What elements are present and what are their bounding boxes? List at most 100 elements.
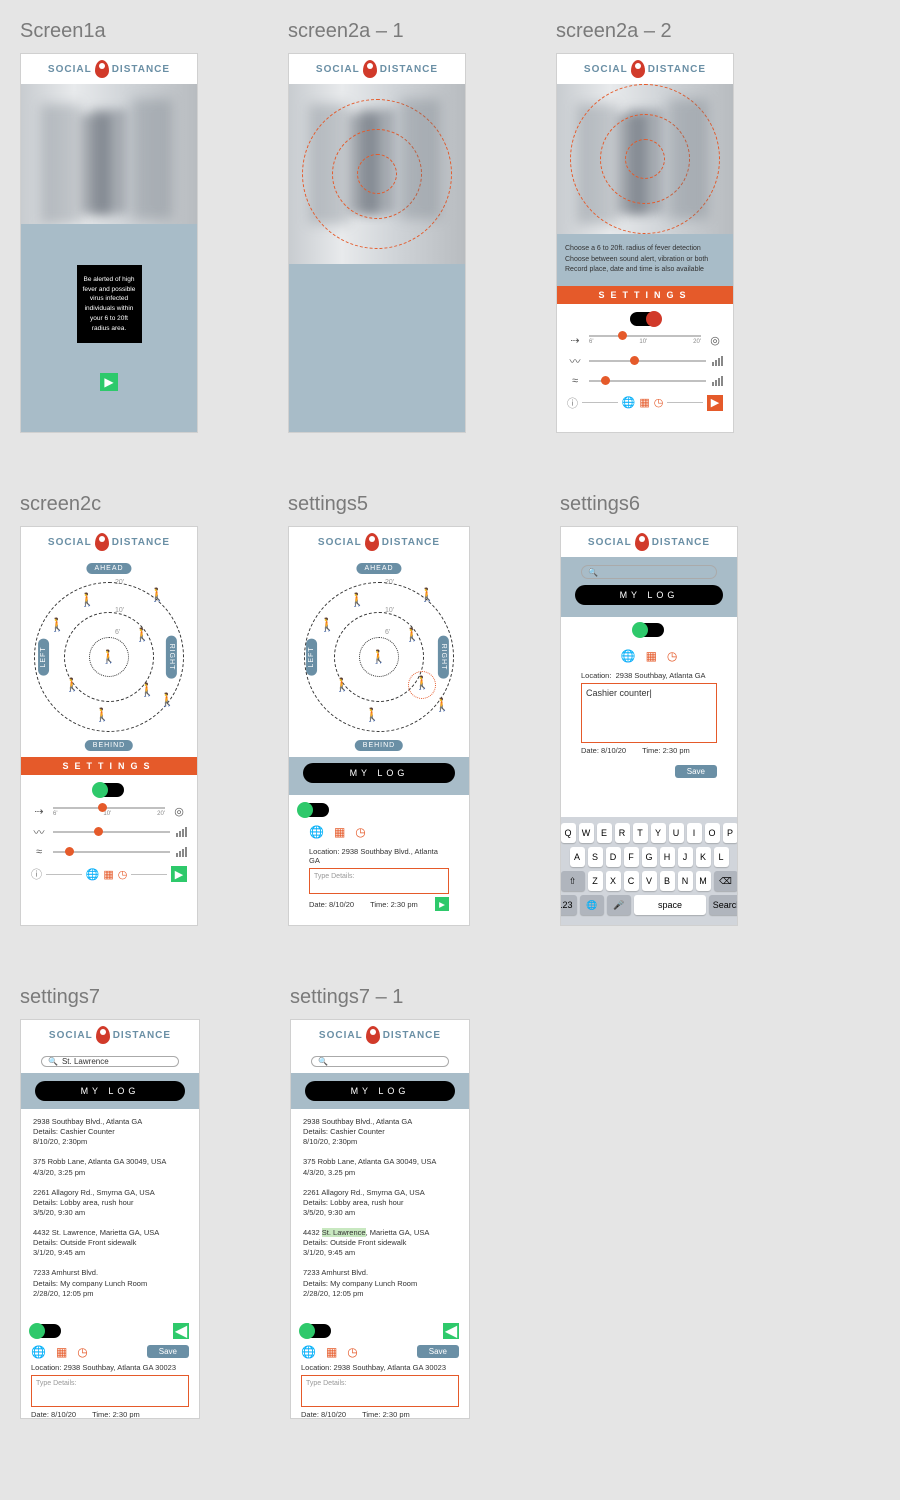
search-key: Search: [709, 895, 738, 915]
log-toggle[interactable]: [299, 803, 329, 817]
alert-person-icon: 🚶: [139, 682, 155, 698]
globe-icon[interactable]: 🌐: [621, 649, 636, 663]
alert-description: Be alerted of high fever and possible vi…: [77, 265, 142, 344]
log-item[interactable]: 2261 Allagory Rd., Smyrna GA, USADetails…: [303, 1188, 457, 1218]
screen-label: screen2a – 2: [556, 20, 734, 43]
clock-icon[interactable]: ◷: [654, 396, 664, 409]
radar-view: AHEADBEHIND LEFTRIGHT 6' 10' 20' 🚶 🚶 🚶 🚶…: [289, 557, 469, 757]
space-key: space: [634, 895, 706, 915]
globe-icon[interactable]: 🌐: [622, 396, 636, 409]
mylog-header[interactable]: MY LOG: [305, 1081, 455, 1101]
mylog-header[interactable]: MY LOG: [35, 1081, 185, 1101]
clock-icon[interactable]: ◷: [77, 1345, 87, 1359]
log-toggle[interactable]: [634, 623, 664, 637]
power-toggle[interactable]: [630, 312, 660, 326]
log-item[interactable]: 7233 Amhurst Blvd.Details: My company Lu…: [33, 1268, 187, 1298]
details-input[interactable]: Type Details:: [301, 1375, 459, 1407]
search-input[interactable]: 🔍: [311, 1056, 449, 1067]
calendar-icon[interactable]: ▦: [326, 1345, 337, 1359]
next-button[interactable]: ▶: [100, 373, 118, 391]
log-toggle[interactable]: [301, 1324, 331, 1338]
power-toggle[interactable]: [94, 783, 124, 797]
location-value: 2938 Southbay, Atlanta GA 30023: [64, 1363, 176, 1372]
log-item[interactable]: 2261 Allagory Rd., Smyrna GA, USADetails…: [33, 1188, 187, 1218]
vibrate-icon: ≈: [567, 375, 583, 387]
screen-label: screen2a – 1: [288, 20, 466, 43]
clock-icon[interactable]: ◷: [347, 1345, 357, 1359]
save-button[interactable]: Save: [417, 1345, 459, 1358]
dir-behind: BEHIND: [85, 740, 133, 751]
person-icon: 🚶: [101, 649, 117, 665]
info-icon[interactable]: ⓘ: [567, 395, 578, 411]
globe-key: 🌐: [580, 895, 604, 915]
pin-icon: [95, 60, 109, 78]
log-list: 2938 Southbay Blvd., Atlanta GADetails: …: [291, 1109, 469, 1317]
back-button[interactable]: ◀: [173, 1323, 189, 1339]
screen-label: settings6: [560, 493, 738, 516]
search-input[interactable]: 🔍: [581, 565, 717, 579]
app-logo: SOCIALDISTANCE: [289, 54, 465, 84]
pin-icon: [363, 60, 377, 78]
app-logo: SOCIALDISTANCE: [557, 54, 733, 84]
globe-icon[interactable]: 🌐: [301, 1345, 316, 1359]
details-input[interactable]: Cashier counter|: [581, 683, 717, 743]
screen-2a-2: SOCIALDISTANCE Choose a 6 to 20ft. radiu…: [556, 53, 734, 433]
next-button[interactable]: ▶: [171, 866, 187, 882]
mylog-header[interactable]: MY LOG: [303, 763, 455, 783]
log-item[interactable]: 4432 St. Lawrence, Marietta GA, USADetai…: [303, 1228, 457, 1258]
calendar-icon[interactable]: ▦: [639, 396, 649, 409]
screen-settings7-1: SOCIALDISTANCE 🔍 MY LOG 2938 Southbay Bl…: [290, 1019, 470, 1419]
details-input[interactable]: Type Details:: [31, 1375, 189, 1407]
info-icon[interactable]: ⓘ: [31, 866, 42, 882]
details-input[interactable]: Type Details:: [309, 868, 449, 894]
sound-slider[interactable]: 〰: [567, 353, 723, 369]
hero-image: [289, 84, 465, 264]
log-item[interactable]: 4432 St. Lawrence, Marietta GA, USADetai…: [33, 1228, 187, 1258]
log-item[interactable]: 2938 Southbay Blvd., Atlanta GADetails: …: [303, 1117, 457, 1147]
app-logo: SOCIALDISTANCE: [21, 54, 197, 84]
settings-header[interactable]: SETTINGS: [21, 757, 197, 775]
feature-description: Choose a 6 to 20ft. radius of fever dete…: [557, 234, 733, 286]
log-item[interactable]: 2938 Southbay Blvd., Atlanta GADetails: …: [33, 1117, 187, 1147]
calendar-icon[interactable]: ▦: [56, 1345, 67, 1359]
vibration-slider[interactable]: ≈: [31, 846, 187, 858]
log-item[interactable]: 7233 Amhurst Blvd.Details: My company Lu…: [303, 1268, 457, 1298]
back-button[interactable]: ◀: [443, 1323, 459, 1339]
hero-image: [557, 84, 733, 234]
log-list: 2938 Southbay Blvd., Atlanta GADetails: …: [21, 1109, 199, 1317]
pin-icon: [95, 533, 109, 551]
shift-key: ⇧: [561, 871, 585, 891]
log-item[interactable]: 375 Robb Lane, Atlanta GA 30049, USA4/3/…: [33, 1157, 187, 1177]
app-logo: SOCIALDISTANCE: [561, 527, 737, 557]
clock-icon[interactable]: ◷: [667, 649, 677, 663]
screen-settings5: SOCIALDISTANCE AHEADBEHIND LEFTRIGHT 6' …: [288, 526, 470, 926]
mylog-header[interactable]: MY LOG: [575, 585, 723, 605]
clock-icon[interactable]: ◷: [355, 825, 365, 839]
next-button[interactable]: ▶: [435, 897, 449, 911]
clock-icon[interactable]: ◷: [118, 868, 128, 881]
calendar-icon[interactable]: ▦: [103, 868, 113, 881]
save-button[interactable]: Save: [147, 1345, 189, 1358]
radius-slider[interactable]: ⇢ 6'10'20' ◎: [567, 334, 723, 347]
next-button[interactable]: ▶: [707, 395, 723, 411]
calendar-icon[interactable]: ▦: [646, 649, 657, 663]
people-icon: ⇢: [31, 805, 47, 818]
settings-header[interactable]: SETTINGS: [557, 286, 733, 304]
save-button[interactable]: Save: [675, 765, 717, 778]
log-toggle[interactable]: [31, 1324, 61, 1338]
backspace-key: ⌫: [714, 871, 738, 891]
calendar-icon[interactable]: ▦: [334, 825, 345, 839]
search-input[interactable]: 🔍 St. Lawrence: [41, 1056, 179, 1067]
globe-icon[interactable]: 🌐: [86, 868, 100, 881]
globe-icon[interactable]: 🌐: [309, 825, 324, 839]
sound-slider[interactable]: 〰: [31, 824, 187, 840]
radar-view: AHEAD BEHIND LEFT RIGHT 6' 10' 20' 🚶 🚶 🚶…: [21, 557, 197, 757]
radius-slider[interactable]: ⇢ 6'10'20' ◎: [31, 805, 187, 818]
target-icon: ◎: [707, 334, 723, 347]
vibration-slider[interactable]: ≈: [567, 375, 723, 387]
keyboard[interactable]: QWERTYUIOP ASDFGHJKL ⇧ZXCVBNM⌫ 123🌐🎤spac…: [561, 817, 737, 925]
numbers-key: 123: [560, 895, 577, 915]
log-item[interactable]: 375 Robb Lane, Atlanta GA 30049, USA4/3/…: [303, 1157, 457, 1177]
screen-label: settings7 – 1: [290, 986, 470, 1009]
globe-icon[interactable]: 🌐: [31, 1345, 46, 1359]
